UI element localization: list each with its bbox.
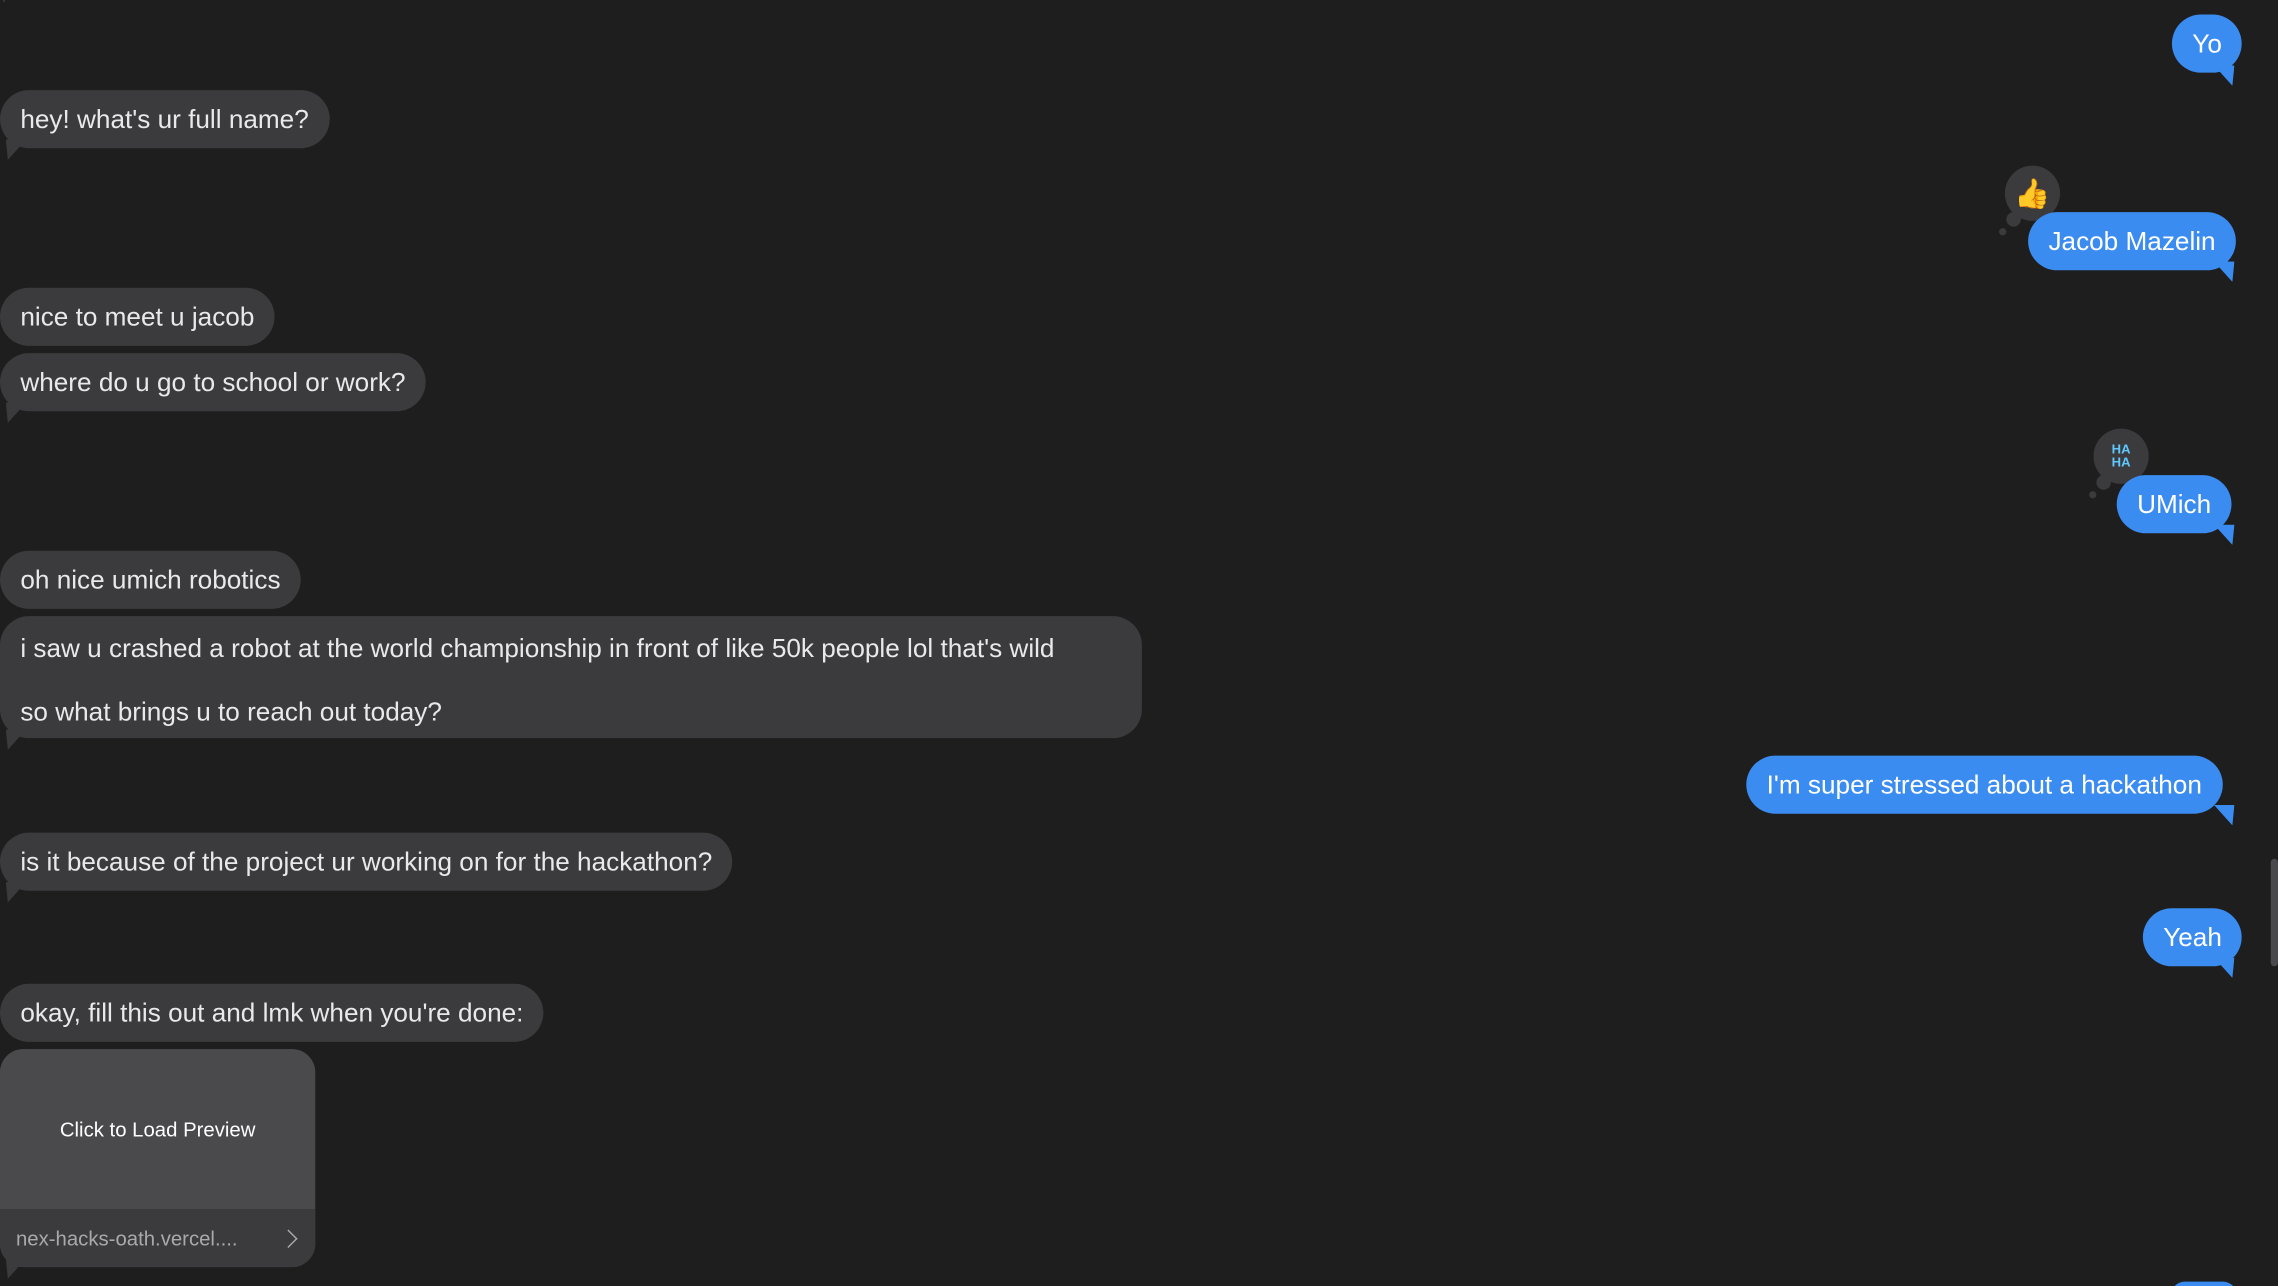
- partial-outgoing-bubble: [2170, 1281, 2238, 1286]
- tapback-dot: [1999, 228, 2007, 236]
- message-text: Jacob Mazelin: [2048, 226, 2216, 256]
- message-text: i saw u crashed a robot at the world cha…: [20, 633, 1055, 663]
- outgoing-message-bubble[interactable]: Yo: [2171, 14, 2243, 73]
- link-preview-footer[interactable]: nex-hacks-oath.vercel....: [0, 1208, 316, 1268]
- message-text: where do u go to school or work?: [20, 367, 406, 397]
- outgoing-message-bubble[interactable]: Jacob Mazelin: [2028, 212, 2236, 271]
- load-preview-button[interactable]: Click to Load Preview: [0, 1049, 316, 1209]
- scrollbar-thumb[interactable]: [2270, 858, 2278, 967]
- bubble-tail: [5, 729, 27, 750]
- load-preview-label: Click to Load Preview: [59, 1117, 256, 1141]
- link-url: nex-hacks-oath.vercel....: [15, 1226, 238, 1250]
- message-text: I'm super stressed about a hackathon: [1766, 770, 2202, 800]
- message-text: so what brings u to reach out today?: [20, 697, 442, 727]
- link-preview-card[interactable]: Click to Load Preview nex-hacks-oath.ver…: [0, 1049, 316, 1268]
- message-text: nice to meet u jacob: [20, 302, 255, 332]
- chevron-right-icon: [279, 1228, 298, 1248]
- message-text: Yo: [2192, 29, 2222, 59]
- bubble-tail: [2214, 805, 2235, 826]
- incoming-message-bubble[interactable]: oh nice umich robotics: [0, 550, 301, 609]
- incoming-message-bubble[interactable]: hey! what's ur full name?: [0, 90, 330, 149]
- bubble-tail: [5, 1258, 27, 1279]
- message-text: is it because of the project ur working …: [20, 847, 713, 877]
- message-text: hey! what's ur full name?: [20, 104, 309, 134]
- tapback-dot: [2089, 491, 2097, 499]
- message-text: oh nice umich robotics: [20, 565, 281, 595]
- bubble-tail: [5, 882, 27, 903]
- bubble-tail: [2214, 65, 2235, 86]
- haha-icon: HA HA: [2111, 441, 2131, 470]
- incoming-message-bubble[interactable]: where do u go to school or work?: [0, 353, 426, 412]
- outgoing-message-bubble[interactable]: I'm super stressed about a hackathon: [1746, 755, 2223, 814]
- partial-message-tail: [0, 0, 18, 3]
- bubble-tail: [2214, 261, 2235, 282]
- message-text: okay, fill this out and lmk when you're …: [20, 998, 524, 1028]
- bubble-tail: [5, 139, 27, 160]
- bubble-tail: [2214, 524, 2235, 545]
- incoming-message-bubble[interactable]: nice to meet u jacob: [0, 287, 275, 346]
- incoming-message-bubble[interactable]: i saw u crashed a robot at the world cha…: [0, 616, 1142, 739]
- message-text: Yeah: [2163, 922, 2222, 952]
- incoming-message-bubble[interactable]: is it because of the project ur working …: [0, 832, 733, 891]
- message-text: UMich: [2137, 489, 2212, 519]
- thumbs-up-icon: 👍: [2014, 178, 2051, 210]
- bubble-tail: [5, 402, 27, 423]
- incoming-message-bubble[interactable]: okay, fill this out and lmk when you're …: [0, 983, 544, 1042]
- bubble-tail: [2214, 957, 2235, 978]
- message-thread: Yo hey! what's ur full name? 👍 Jacob Maz…: [0, 0, 2278, 1286]
